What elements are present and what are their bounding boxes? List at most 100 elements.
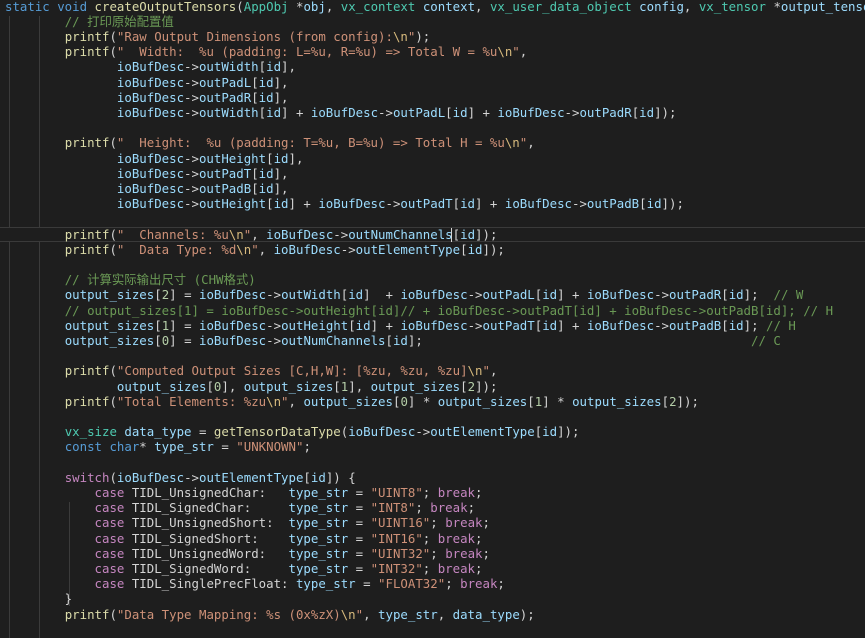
code-line[interactable]: output_sizes[0], output_sizes[1], output… [0, 379, 865, 394]
code-token: " [251, 241, 259, 257]
code-token: 0 [400, 393, 408, 409]
code-token: ], [273, 165, 289, 181]
code-text: ioBufDesc->outWidth[id] + ioBufDesc->out… [5, 104, 677, 120]
code-token: -> [266, 332, 282, 348]
code-token: ; [475, 530, 483, 546]
code-token: outPadB [586, 196, 640, 212]
code-line[interactable]: printf(" Data Type: %d\n", ioBufDesc->ou… [0, 242, 865, 257]
code-token: ); [519, 606, 535, 622]
code-line[interactable] [0, 348, 865, 363]
code-line[interactable]: output_sizes[2] = ioBufDesc->outWidth[id… [0, 287, 865, 302]
code-line[interactable]: printf("Total Elements: %zu\n", output_s… [0, 394, 865, 409]
code-token: ] + [557, 287, 587, 303]
code-line[interactable]: case TIDL_SignedWord: type_str = "INT32"… [0, 561, 865, 576]
code-line[interactable]: // output_sizes[1] = ioBufDesc->outHeigh… [0, 303, 865, 318]
code-token: [ [445, 104, 453, 120]
code-line[interactable]: ioBufDesc->outHeight[id], [0, 151, 865, 166]
code-text: output_sizes[1] = ioBufDesc->outHeight[i… [5, 318, 796, 333]
code-token: output_sizes [64, 332, 155, 348]
code-token: printf [64, 28, 110, 44]
code-line[interactable]: ioBufDesc->outPadL[id], [0, 75, 865, 90]
code-token: , [363, 606, 379, 622]
code-token: ], [273, 89, 289, 105]
code-line[interactable]: printf("Data Type Mapping: %s (0x%zX)\n"… [0, 607, 865, 622]
code-token: type_str [288, 530, 349, 546]
code-token: = [348, 545, 371, 561]
code-line[interactable]: } [0, 591, 865, 606]
code-line[interactable]: case TIDL_SignedChar: type_str = "INT8";… [0, 500, 865, 515]
code-token: ioBufDesc [116, 196, 185, 212]
code-token: \n [236, 241, 252, 257]
code-line[interactable] [0, 455, 865, 470]
code-token: // H [766, 317, 796, 333]
code-line[interactable]: printf("Raw Output Dimensions (from conf… [0, 29, 865, 44]
code-line[interactable] [0, 409, 865, 424]
code-text: static void createOutputTensors(AppObj *… [5, 0, 865, 14]
code-line[interactable] [0, 211, 865, 226]
code-line[interactable]: case TIDL_UnsignedWord: type_str = "UINT… [0, 546, 865, 561]
code-token: AppObj [243, 0, 296, 14]
code-text: ioBufDesc->outPadB[id], [5, 181, 289, 196]
code-line[interactable]: output_sizes[0] = ioBufDesc->outNumChann… [0, 333, 865, 348]
code-line[interactable]: case TIDL_SignedShort: type_str = "INT16… [0, 531, 865, 546]
code-token: ( [109, 241, 117, 257]
code-token: id [542, 287, 558, 303]
code-token: type_str [378, 606, 438, 622]
code-line[interactable]: // 计算实际输出尺寸 (CHW格式) [0, 272, 865, 287]
code-line[interactable] [0, 257, 865, 272]
code-token: " [281, 393, 289, 409]
code-token: , [527, 135, 535, 151]
code-line[interactable]: static void createOutputTensors(AppObj *… [0, 0, 865, 14]
code-token: "INT16" [370, 530, 423, 546]
code-token: -> [340, 241, 356, 257]
code-token: ioBufDesc [116, 89, 185, 105]
code-token: -> [467, 287, 483, 303]
code-line[interactable]: // 打印原始配置值 [0, 14, 865, 29]
code-token: ] + [475, 196, 505, 212]
code-token: TIDL_SignedChar: [131, 500, 289, 516]
code-token: case [94, 484, 132, 500]
code-token: ; [422, 560, 438, 576]
code-token: break [437, 530, 476, 546]
code-line[interactable]: case TIDL_UnsignedChar: type_str = "UINT… [0, 485, 865, 500]
code-token: , [519, 44, 528, 60]
code-line[interactable]: ioBufDesc->outPadR[id], [0, 90, 865, 105]
code-line[interactable]: output_sizes[1] = ioBufDesc->outHeight[i… [0, 318, 865, 333]
code-line[interactable]: ioBufDesc->outWidth[id] + ioBufDesc->out… [0, 105, 865, 120]
code-line[interactable]: case TIDL_SinglePrecFloat: type_str = "F… [0, 576, 865, 591]
code-token: printf [64, 44, 110, 60]
code-text: ioBufDesc->outHeight[id] + ioBufDesc->ou… [5, 196, 684, 211]
code-token: , [251, 226, 267, 242]
code-line[interactable]: vx_size data_type = getTensorDataType(io… [0, 424, 865, 439]
code-line[interactable]: ioBufDesc->outWidth[id], [0, 59, 865, 74]
code-line[interactable]: printf(" Channels: %u\n", ioBufDesc->out… [0, 226, 865, 242]
code-line[interactable]: ioBufDesc->outHeight[id] + ioBufDesc->ou… [0, 196, 865, 211]
code-token: [ [527, 393, 535, 409]
code-token: vx_tensor [698, 0, 774, 14]
code-token: ioBufDesc [310, 104, 379, 120]
code-editor[interactable]: static void createOutputTensors(AppObj *… [0, 0, 865, 638]
code-token: ], [221, 378, 244, 394]
code-line[interactable]: const char* type_str = "UNKNOWN"; [0, 439, 865, 454]
code-token: break [445, 515, 483, 531]
code-token: "Raw Output Dimensions (from config): [116, 28, 393, 44]
code-line[interactable]: ioBufDesc->outPadB[id], [0, 181, 865, 196]
code-line[interactable]: ioBufDesc->outPadT[id], [0, 166, 865, 181]
code-token: ioBufDesc [116, 74, 185, 90]
code-token: id [639, 104, 655, 120]
code-line[interactable]: switch(ioBufDesc->outElementType[id]) { [0, 470, 865, 485]
code-token: , [683, 0, 699, 14]
code-line[interactable]: printf("Computed Output Sizes [C,H,W]: [… [0, 363, 865, 378]
code-token: case [94, 515, 132, 531]
code-token: ; [482, 515, 490, 531]
code-line[interactable]: printf(" Height: %u (padding: T=%u, B=%u… [0, 135, 865, 150]
code-token: ; [430, 545, 446, 561]
code-token: ] = [169, 287, 199, 303]
code-line[interactable]: case TIDL_UnsignedShort: type_str = "UIN… [0, 515, 865, 530]
code-line[interactable]: printf(" Width: %u (padding: L=%u, R=%u)… [0, 44, 865, 59]
code-line[interactable] [0, 120, 865, 135]
code-token: ; [482, 545, 490, 561]
